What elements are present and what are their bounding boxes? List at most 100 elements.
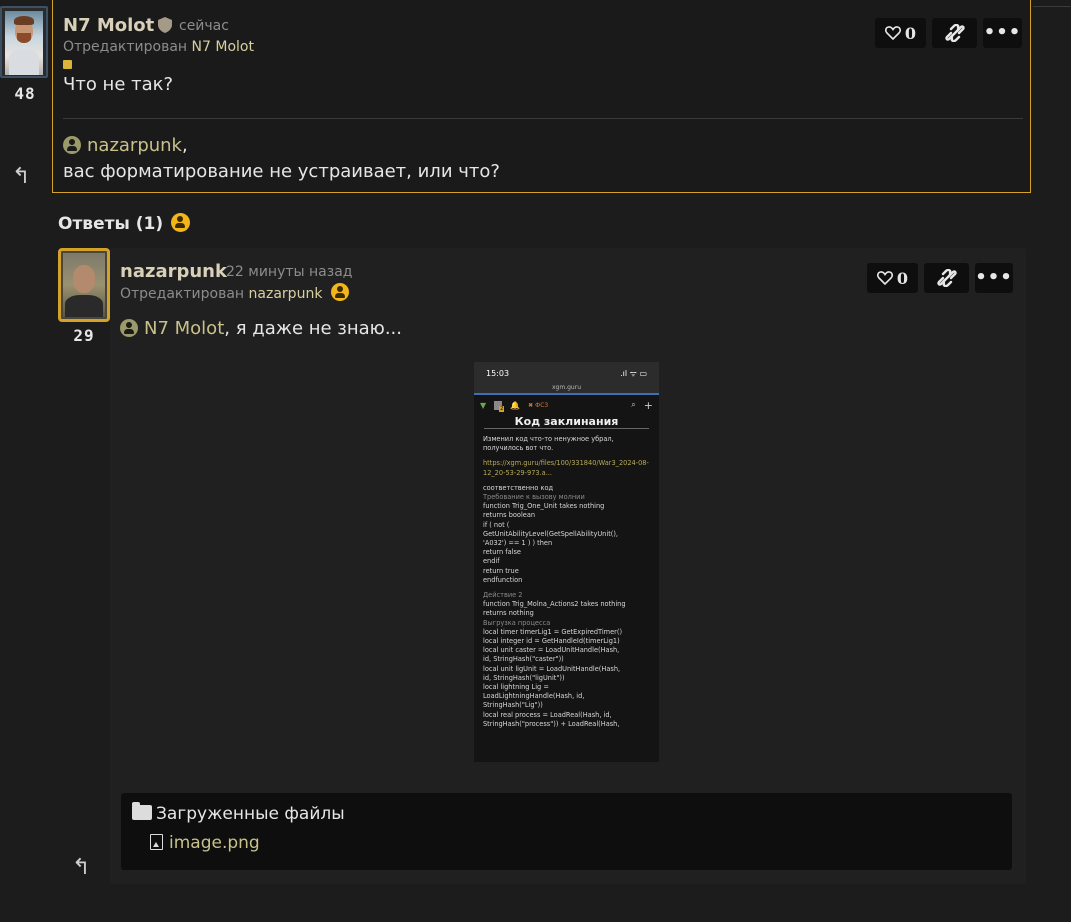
shield-icon [158, 17, 173, 33]
phone-code-line: returns nothing [483, 609, 534, 618]
phone-code-3: local timer timerLig1 = GetExpiredTimer(… [483, 628, 650, 729]
phone-code-line: local timer timerLig1 = GetExpiredTimer(… [483, 627, 623, 636]
phone-title: Код заклинания [484, 415, 649, 429]
phone-link: https://xgm.guru/files/100/331840/War3_2… [483, 459, 649, 477]
edited-info: Отредактирован N7 Molot [63, 39, 254, 55]
more-button[interactable]: ••• [983, 18, 1022, 48]
phone-code-line: return false [483, 548, 521, 557]
phone-code-line: LoadLightningHandle(Hash, id, [483, 692, 585, 701]
post-author[interactable]: N7 Molot [63, 15, 173, 36]
phone-code-line: StringHash("Lig")) [483, 701, 543, 710]
reply-icon[interactable]: ↰ [72, 855, 90, 880]
phone-code-line: local real process = LoadReal(Hash, id, [483, 710, 612, 719]
user-icon [63, 136, 81, 154]
smiley-icon [171, 213, 191, 232]
edited-by-link[interactable]: nazarpunk [249, 286, 323, 302]
phone-intro: Изменил код что-то ненужное убрал, получ… [483, 435, 614, 453]
permalink-button[interactable] [932, 18, 977, 48]
avatar-n7molot[interactable] [0, 6, 48, 78]
phone-body: Изменил код что-то ненужное убрал, получ… [474, 429, 659, 735]
phone-gray-2: Действие 2 [483, 591, 523, 600]
phone-code-line: GetUnitAbilityLevel(GetSpellAbilityUnit(… [483, 529, 619, 538]
like-count: 0 [896, 268, 909, 288]
phone-code-line: local integer id = GetHandleId(timerLig1… [483, 637, 620, 646]
phone-code-2: function Trig_Molna_Actions2 takes nothi… [483, 600, 650, 618]
phone-code-line: local lightning Lig = [483, 683, 549, 692]
like-button[interactable]: 0 [867, 263, 918, 293]
phone-status-icons: .ıl ᯤ ▭ [620, 368, 647, 378]
edited-info: Отредактирован nazarpunk [120, 283, 349, 302]
edited-by-link[interactable]: N7 Molot [192, 39, 254, 55]
user-score: 48 [14, 84, 36, 103]
attached-image[interactable]: 15:03 .ıl ᯤ ▭ xgm.guru ▼ 2 🔔 ✖ ФС3 ⌕ + К… [474, 362, 659, 762]
phone-url: xgm.guru [474, 384, 659, 395]
avatar-photo [63, 253, 105, 317]
like-button[interactable]: 0 [875, 18, 926, 48]
phone-gray-1: Требование к вызову молнии [483, 493, 585, 502]
phone-code-line: function Trig_One_Unit takes nothing [483, 502, 605, 511]
plus-icon: + [643, 398, 653, 412]
post-text-2: вас форматирование не устраивает, или чт… [63, 161, 500, 182]
phone-code-line: соответственно код [483, 483, 554, 492]
user-icon [120, 319, 138, 337]
avatar-nazarpunk[interactable] [58, 248, 110, 322]
post-text: N7 Molot, я даже не знаю... [120, 318, 402, 339]
answers-header: Ответы (1) [58, 213, 191, 234]
phone-badge: 2 [499, 405, 505, 412]
answers-label: Ответы (1) [58, 214, 164, 234]
reply-icon[interactable]: ↰ [12, 164, 30, 189]
heart-icon [876, 271, 893, 285]
heart-icon [884, 26, 901, 40]
mention-link[interactable]: nazarpunk [87, 135, 182, 156]
logo-icon: ▼ [480, 400, 487, 410]
author-name[interactable]: N7 Molot [63, 15, 154, 36]
quote-mention: nazarpunk, [63, 135, 188, 156]
phone-code-line: id, StringHash("caster")) [483, 655, 564, 664]
files-title-text: Загруженные файлы [156, 804, 345, 824]
files-title: Загруженные файлы [132, 802, 345, 824]
phone-code-line: 'A032') == 1 ) ) then [483, 539, 553, 548]
link-icon [944, 24, 965, 42]
phone-code-line: local unit ligUnit = LoadUnitHandle(Hash… [483, 664, 621, 673]
mention-link[interactable]: N7 Molot [144, 318, 224, 339]
phone-code-line: id, StringHash("ligUnit")) [483, 673, 565, 682]
more-button[interactable]: ••• [975, 263, 1013, 293]
phone-nav-label: ✖ ФС3 [528, 401, 549, 409]
like-count: 0 [904, 23, 917, 43]
user-score: 29 [73, 326, 95, 345]
permalink-button[interactable] [924, 263, 969, 293]
phone-clock: 15:03 [486, 368, 510, 378]
folder-icon [132, 802, 152, 820]
post-text-content: , я даже не знаю... [224, 318, 402, 339]
mention-suffix: , [181, 135, 188, 156]
post-time: 22 минуты назад [226, 264, 353, 280]
phone-code-line: local unit caster = LoadUnitHandle(Hash, [483, 646, 620, 655]
avatar-photo [5, 11, 43, 75]
phone-code-line: if ( not ( [483, 520, 510, 529]
image-file-icon [150, 834, 163, 850]
phone-gray-3: Выгрузка процесса [483, 618, 551, 627]
avatar-icon: 2 [494, 400, 505, 412]
more-icon: ••• [975, 267, 1013, 288]
post-author[interactable]: nazarpunk [120, 261, 227, 282]
quote-divider [63, 118, 1023, 119]
link-icon [936, 269, 957, 287]
phone-code-line: return true [483, 566, 519, 575]
phone-nav: ▼ 2 🔔 ✖ ФС3 ⌕ + [474, 395, 659, 415]
edited-label: Отредактирован [120, 286, 245, 302]
phone-code-line: endif [483, 557, 500, 566]
top-divider [1033, 0, 1071, 7]
file-link[interactable]: image.png [150, 833, 260, 853]
search-icon: ⌕ [631, 400, 636, 409]
bell-icon: 🔔 [510, 400, 521, 410]
status-badge [63, 60, 72, 69]
phone-code-line: StringHash("process")) + LoadReal(Hash, [483, 719, 620, 728]
file-name[interactable]: image.png [169, 833, 260, 853]
phone-code-line: endfunction [483, 575, 523, 584]
more-icon: ••• [983, 22, 1022, 43]
post-text: Что не так? [63, 74, 174, 95]
post-time: сейчас [179, 18, 229, 34]
phone-code-line: function Trig_Molna_Actions2 takes nothi… [483, 600, 626, 609]
phone-code-line: returns boolean [483, 511, 536, 520]
phone-status-bar: 15:03 .ıl ᯤ ▭ [474, 362, 659, 384]
